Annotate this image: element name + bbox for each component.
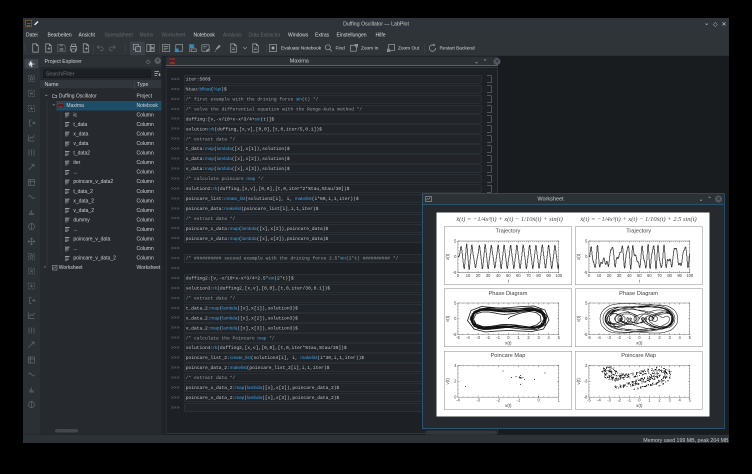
svg-text:100: 100 xyxy=(686,273,694,278)
svg-text:-4: -4 xyxy=(456,398,460,403)
svg-text:2: 2 xyxy=(454,379,457,384)
svg-text:20: 20 xyxy=(476,273,481,278)
svg-text:50: 50 xyxy=(637,273,642,278)
svg-text:5: 5 xyxy=(454,300,457,305)
svg-text:-3: -3 xyxy=(607,335,611,340)
svg-text:v(t): v(t) xyxy=(576,378,581,385)
svg-text:60: 60 xyxy=(516,273,521,278)
svg-text:30: 30 xyxy=(617,273,622,278)
svg-text:-4: -4 xyxy=(466,335,470,340)
svg-text:-2: -2 xyxy=(497,398,501,403)
svg-text:50: 50 xyxy=(506,273,511,278)
svg-text:x(t): x(t) xyxy=(445,253,450,260)
svg-text:-1: -1 xyxy=(627,398,631,403)
svg-text:x(t): x(t) xyxy=(505,341,512,346)
svg-text:-2: -2 xyxy=(617,398,621,403)
svg-text:1: 1 xyxy=(648,398,651,403)
svg-text:-5: -5 xyxy=(456,335,460,340)
svg-text:-3: -3 xyxy=(476,398,480,403)
svg-text:0: 0 xyxy=(585,254,588,259)
svg-text:5: 5 xyxy=(454,238,457,243)
svg-text:30: 30 xyxy=(486,273,491,278)
svg-text:4: 4 xyxy=(678,398,681,403)
svg-text:5: 5 xyxy=(688,398,691,403)
svg-text:-4: -4 xyxy=(597,335,601,340)
svg-text:0: 0 xyxy=(538,398,541,403)
svg-text:70: 70 xyxy=(526,273,531,278)
svg-text:40: 40 xyxy=(496,273,501,278)
svg-text:0: 0 xyxy=(457,273,460,278)
svg-text:3: 3 xyxy=(668,335,671,340)
svg-text:x(t): x(t) xyxy=(505,403,512,408)
svg-text:0: 0 xyxy=(638,335,641,340)
svg-text:-1: -1 xyxy=(627,335,631,340)
svg-text:0: 0 xyxy=(585,316,588,321)
svg-text:80: 80 xyxy=(536,273,541,278)
svg-text:v(t): v(t) xyxy=(445,315,450,322)
svg-text:x(t): x(t) xyxy=(636,403,643,408)
svg-text:0: 0 xyxy=(507,335,510,340)
svg-text:-3: -3 xyxy=(476,335,480,340)
svg-text:1: 1 xyxy=(517,335,520,340)
svg-text:t: t xyxy=(639,279,641,284)
svg-text:5: 5 xyxy=(558,335,561,340)
svg-text:-3: -3 xyxy=(607,398,611,403)
svg-text:2: 2 xyxy=(658,398,661,403)
svg-text:1: 1 xyxy=(648,335,651,340)
svg-text:2: 2 xyxy=(585,363,588,368)
svg-text:80: 80 xyxy=(667,273,672,278)
svg-text:5: 5 xyxy=(585,238,588,243)
svg-text:0: 0 xyxy=(454,254,457,259)
svg-text:4: 4 xyxy=(454,363,457,368)
svg-text:70: 70 xyxy=(657,273,662,278)
svg-text:1: 1 xyxy=(558,398,561,403)
svg-text:v(t): v(t) xyxy=(576,315,581,322)
svg-text:-3: -3 xyxy=(584,379,588,384)
svg-text:90: 90 xyxy=(547,273,552,278)
svg-text:0: 0 xyxy=(638,398,641,403)
svg-text:5: 5 xyxy=(688,335,691,340)
svg-text:5: 5 xyxy=(585,300,588,305)
svg-text:4: 4 xyxy=(678,335,681,340)
svg-text:2: 2 xyxy=(658,335,661,340)
svg-text:-2: -2 xyxy=(486,335,490,340)
svg-text:10: 10 xyxy=(466,273,471,278)
svg-text:-4: -4 xyxy=(597,398,601,403)
svg-text:-2: -2 xyxy=(617,335,621,340)
svg-text:0: 0 xyxy=(588,273,591,278)
svg-text:40: 40 xyxy=(627,273,632,278)
svg-text:x(t): x(t) xyxy=(636,341,643,346)
svg-text:-1: -1 xyxy=(517,398,521,403)
svg-text:2: 2 xyxy=(527,335,530,340)
svg-text:4: 4 xyxy=(548,335,551,340)
svg-text:60: 60 xyxy=(647,273,652,278)
svg-text:-5: -5 xyxy=(587,335,591,340)
svg-text:v(t): v(t) xyxy=(445,378,450,385)
svg-text:0: 0 xyxy=(454,316,457,321)
svg-text:20: 20 xyxy=(607,273,612,278)
svg-text:10: 10 xyxy=(597,273,602,278)
svg-text:100: 100 xyxy=(555,273,563,278)
svg-text:-1: -1 xyxy=(497,335,501,340)
svg-text:3: 3 xyxy=(538,335,541,340)
svg-text:t: t xyxy=(508,279,510,284)
svg-text:90: 90 xyxy=(677,273,682,278)
svg-text:3: 3 xyxy=(668,398,671,403)
svg-text:-5: -5 xyxy=(587,398,591,403)
svg-text:x(t): x(t) xyxy=(576,253,581,260)
